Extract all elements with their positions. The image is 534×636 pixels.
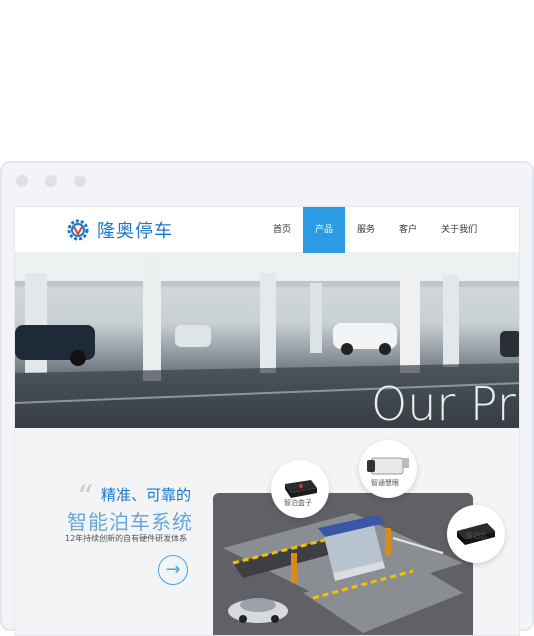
product-label-eye: 智通慧眼 bbox=[371, 479, 399, 487]
feature-title: 精准、可靠的 bbox=[101, 486, 192, 504]
window-dots bbox=[16, 175, 86, 187]
arrow-right-button[interactable]: → bbox=[158, 555, 188, 585]
window-dot bbox=[74, 175, 86, 187]
feature-subtitle: 智能泊车系统 bbox=[67, 510, 193, 534]
nav-item-services[interactable]: 服务 bbox=[345, 207, 387, 253]
product-label-core: 智泊芯 bbox=[466, 532, 487, 540]
site-header: 隆奥停车 首页 产品 服务 客户 关于我们 bbox=[15, 207, 519, 253]
parking-lot-graphic bbox=[213, 493, 473, 635]
window-dot bbox=[45, 175, 57, 187]
camera-icon bbox=[367, 457, 409, 475]
website-screenshot: 隆奥停车 首页 产品 服务 客户 关于我们 Our Pr “ 精准、可靠的 智能… bbox=[14, 206, 520, 636]
browser-mockup-frame: 隆奥停车 首页 产品 服务 客户 关于我们 Our Pr “ 精准、可靠的 智能… bbox=[0, 161, 534, 636]
product-bubble-eye[interactable] bbox=[359, 440, 417, 498]
logo-text: 隆奥停车 bbox=[97, 221, 173, 242]
hero-banner: Our Pr bbox=[15, 253, 519, 428]
nav-item-clients[interactable]: 客户 bbox=[387, 207, 429, 253]
banner-heading: Our Pr bbox=[371, 377, 516, 428]
box-device-icon bbox=[285, 480, 317, 498]
arrow-right-icon: → bbox=[165, 559, 181, 580]
site-logo[interactable]: 隆奥停车 bbox=[65, 217, 173, 243]
main-menu: 首页 产品 服务 客户 关于我们 bbox=[261, 207, 489, 253]
gear-logo-icon bbox=[67, 219, 89, 241]
product-bubble-box[interactable] bbox=[271, 460, 329, 518]
parking-system-illustration bbox=[213, 493, 473, 635]
product-label-box: 智泊盒子 bbox=[284, 499, 312, 507]
product-feature-section: “ 精准、可靠的 智能泊车系统 12年持续创新的自有硬件研发体系 → 智泊盒子 … bbox=[15, 428, 519, 635]
feature-description: 12年持续创新的自有硬件研发体系 bbox=[65, 534, 188, 543]
window-dot bbox=[16, 175, 28, 187]
nav-item-products[interactable]: 产品 bbox=[303, 207, 346, 253]
nav-item-about[interactable]: 关于我们 bbox=[429, 207, 489, 253]
nav-item-home[interactable]: 首页 bbox=[261, 207, 303, 253]
